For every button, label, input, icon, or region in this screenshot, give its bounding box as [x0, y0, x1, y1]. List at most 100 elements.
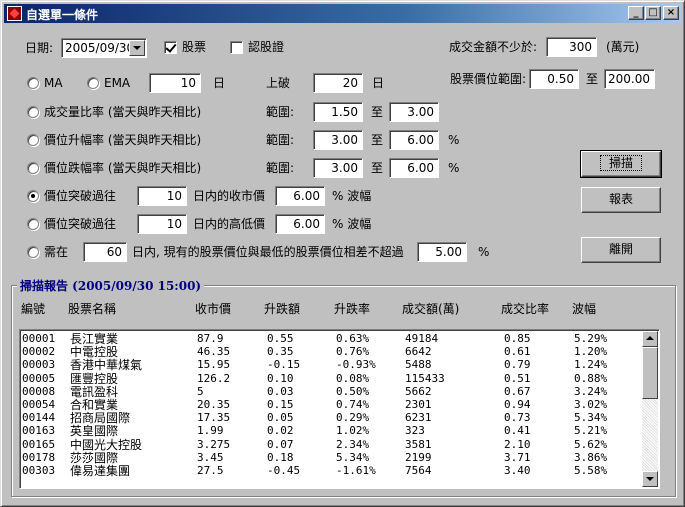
- rise-range-label: 範圍:: [266, 133, 295, 147]
- table-cell: 0.29%: [336, 411, 370, 425]
- breakout-close-radio[interactable]: [27, 190, 39, 202]
- min-amount-unit: (萬元): [606, 40, 640, 54]
- date-combo[interactable]: 2005/09/30: [61, 38, 147, 58]
- warrant-checkbox[interactable]: [230, 41, 243, 54]
- ma-radio[interactable]: [27, 77, 39, 89]
- col-header-turnover: 成交額(萬): [402, 302, 460, 316]
- scan-button[interactable]: 掃描: [580, 150, 662, 178]
- breakout-close-days-input[interactable]: 10: [137, 186, 187, 206]
- maximize-button[interactable]: □: [645, 6, 661, 20]
- within-days-input[interactable]: 60: [83, 242, 127, 262]
- within-label: 需在: [44, 245, 69, 259]
- within-pct-input[interactable]: 5.00: [417, 242, 467, 262]
- ma-days-unit: 日: [213, 76, 226, 90]
- table-cell: 2301: [405, 398, 432, 411]
- warrant-label: 認股證: [248, 40, 285, 54]
- close-button[interactable]: ×: [663, 6, 679, 20]
- date-label: 日期:: [25, 41, 54, 55]
- fall-range-label: 範圍:: [266, 161, 295, 175]
- table-row[interactable]: 00005 匯豐控股 126.2 0.10 0.08% 115433 0.51 0.88%: [20, 371, 640, 385]
- scroll-thumb[interactable]: [642, 347, 658, 399]
- table-row[interactable]: 00003 香港中華煤氣 15.95 -0.15 -0.93% 5488 0.79 1.24%: [20, 358, 640, 373]
- table-cell: -0.45: [267, 464, 301, 477]
- report-button[interactable]: 報表: [581, 187, 661, 213]
- table-row[interactable]: 00008 電訊盈科 5 0.03 0.50% 5662 0.67 3.24%: [20, 384, 640, 398]
- rise-label: 價位升幅率 (當天與昨天相比): [44, 133, 202, 147]
- rise-to-label: 至: [371, 133, 384, 147]
- ma-days-input[interactable]: 10: [149, 73, 201, 93]
- report-title: 掃描報告 (2005/09/30 15:00): [17, 277, 205, 294]
- table-row[interactable]: 00054 合和實業 20.35 0.15 0.74% 2301 0.94 3.02%: [20, 398, 640, 412]
- ema-radio[interactable]: [87, 77, 99, 89]
- report-list[interactable]: 00001 長江實業 87.9 0.55 0.63% 49184 0.85 5.29% 0000…: [19, 329, 660, 489]
- minimize-button[interactable]: _: [628, 6, 644, 20]
- table-cell: 5.34%: [336, 450, 370, 464]
- table-cell: 6642: [405, 345, 432, 359]
- table-row[interactable]: 00303 偉易達集團 27.5 -0.45 -1.61% 7564 3.40 5.58%: [20, 464, 640, 478]
- app-icon[interactable]: [7, 6, 22, 21]
- hl-price-label: 日内的高低價: [193, 217, 266, 231]
- table-cell: 3.02%: [574, 398, 608, 411]
- fall-radio[interactable]: [27, 162, 39, 174]
- table-cell: 0.88%: [574, 371, 608, 385]
- chevron-down-icon[interactable]: [129, 40, 145, 56]
- scroll-down-button[interactable]: [642, 471, 658, 487]
- table-row[interactable]: 00165 中國光大控股 3.275 0.07 2.34% 3581 2.10 5.62%: [20, 437, 640, 451]
- table-cell: 0.35: [267, 345, 294, 359]
- table-cell: 27.5: [197, 464, 224, 477]
- table-cell: 17.35: [197, 411, 231, 425]
- col-header-change: 升跌額: [264, 302, 301, 316]
- rise-max-input[interactable]: 6.00: [389, 130, 439, 150]
- table-row[interactable]: 00144 招商局國際 17.35 0.05 0.29% 6231 0.73 5.34%: [20, 411, 640, 425]
- vol-ratio-radio[interactable]: [27, 106, 39, 118]
- table-cell: 0.63%: [336, 332, 370, 345]
- breakout-hl-radio[interactable]: [27, 218, 39, 230]
- table-row[interactable]: 00002 中電控股 46.35 0.35 0.76% 6642 0.61 1.20%: [20, 345, 640, 360]
- table-cell: 1.20%: [574, 345, 608, 359]
- table-cell: 00001: [22, 332, 56, 345]
- table-cell: 英皇國際: [70, 424, 119, 439]
- table-cell: 323: [405, 424, 425, 438]
- table-cell: 0.03: [267, 384, 294, 398]
- price-max-input[interactable]: 200.00: [604, 69, 655, 89]
- within-radio[interactable]: [27, 246, 39, 258]
- rise-radio[interactable]: [27, 134, 39, 146]
- table-row[interactable]: 00163 英皇國際 1.99 0.02 1.02% 323 0.41 5.21%: [20, 424, 640, 439]
- within-pct-label: %: [478, 245, 490, 259]
- vol-max-input[interactable]: 3.00: [389, 102, 439, 122]
- table-cell: 00002: [22, 345, 56, 359]
- break-days-input[interactable]: 20: [313, 73, 363, 93]
- table-cell: -0.15: [267, 358, 301, 372]
- table-cell: 00054: [22, 398, 56, 411]
- min-amount-input[interactable]: 300: [546, 37, 597, 57]
- scroll-up-button[interactable]: [642, 331, 658, 347]
- breakout-hl-amp-input[interactable]: 6.00: [275, 214, 325, 234]
- scan-button-label: 掃描: [599, 155, 642, 171]
- table-cell: 香港中華煤氣: [70, 358, 143, 373]
- table-cell: 中電控股: [70, 345, 119, 360]
- breakout-hl-days-input[interactable]: 10: [137, 214, 187, 234]
- table-row[interactable]: 00178 莎莎國際 3.45 0.18 5.34% 2199 3.71 3.86%: [20, 450, 640, 464]
- price-min-input[interactable]: 0.50: [529, 69, 579, 89]
- leave-button[interactable]: 離開: [581, 237, 661, 263]
- rise-min-input[interactable]: 3.00: [313, 130, 363, 150]
- table-row[interactable]: 00001 長江實業 87.9 0.55 0.63% 49184 0.85 5.29%: [20, 332, 640, 346]
- table-cell: 3.40: [504, 464, 531, 477]
- breakout-hl-label: 價位突破過往: [44, 217, 117, 231]
- table-cell: 49184: [405, 332, 439, 345]
- vol-range-label: 範圍:: [266, 105, 295, 119]
- fall-max-input[interactable]: 6.00: [389, 158, 439, 178]
- vol-min-input[interactable]: 1.50: [313, 102, 363, 122]
- table-cell: 3.275: [197, 437, 231, 451]
- stock-checkbox[interactable]: [164, 41, 177, 54]
- breakout-close-amp-input[interactable]: 6.00: [275, 186, 325, 206]
- table-cell: 0.18: [267, 450, 294, 464]
- table-cell: 0.85: [504, 332, 531, 345]
- table-cell: 5.58%: [574, 464, 608, 477]
- table-cell: 0.74%: [336, 398, 370, 411]
- col-header-close: 收市價: [195, 302, 232, 316]
- report-scrollbar[interactable]: [642, 331, 658, 487]
- fall-min-input[interactable]: 3.00: [313, 158, 363, 178]
- title-bar[interactable]: 自選單一條件 _ □ ×: [4, 4, 681, 23]
- fall-label: 價位跌幅率 (當天與昨天相比): [44, 161, 202, 175]
